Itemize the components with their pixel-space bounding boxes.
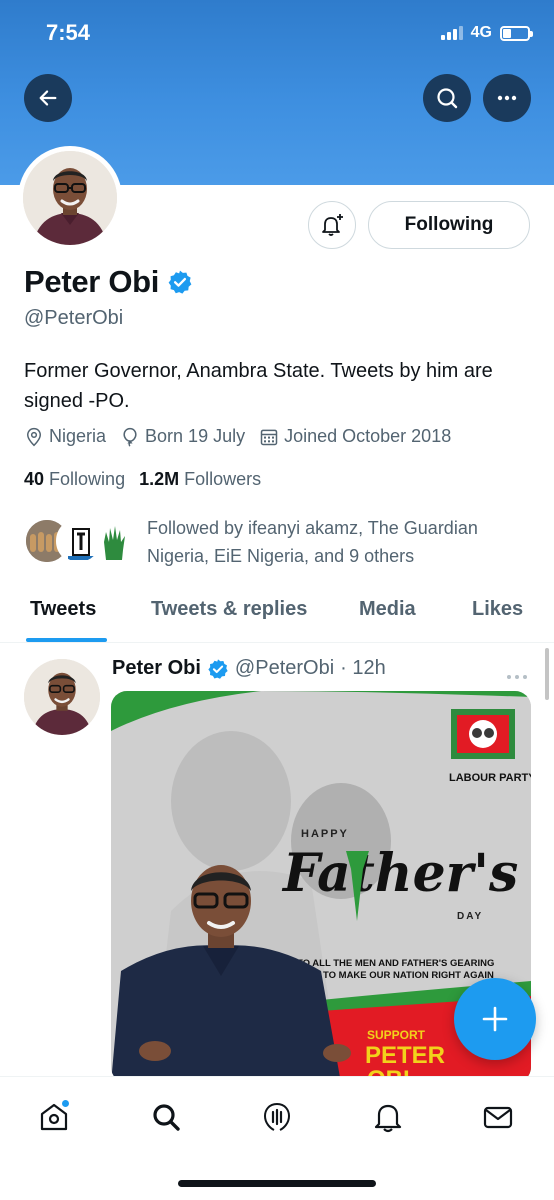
- messages-icon: [483, 1106, 513, 1129]
- tab-tweets-replies[interactable]: Tweets & replies: [151, 598, 307, 621]
- bell-plus-icon: [322, 214, 343, 236]
- followed-by-avatars: [24, 514, 136, 566]
- fathers-text: Father's: [281, 843, 518, 904]
- active-tab-indicator: [26, 638, 107, 642]
- followed-by-text: Followed by ifeanyi akamz, The Guardian …: [147, 518, 478, 566]
- spaces-icon: [263, 1103, 291, 1131]
- birthday-text: Born 19 July: [145, 426, 246, 446]
- notification-toggle-button[interactable]: [308, 201, 356, 249]
- calendar-icon: [260, 429, 278, 445]
- profile-meta: Nigeria Born 19 July Joined October 2018: [24, 426, 451, 447]
- followers-label: Followers: [184, 469, 262, 489]
- happy-text: HAPPY: [301, 828, 349, 840]
- location-text: Nigeria: [49, 426, 107, 446]
- home-notification-dot: [61, 1099, 70, 1108]
- location-item: Nigeria: [24, 426, 106, 447]
- tweet-avatar[interactable]: [24, 659, 100, 735]
- verified-badge-icon: [208, 658, 228, 679]
- status-indicators: 4G: [440, 24, 533, 42]
- nav-explore[interactable]: [146, 1097, 186, 1137]
- verified-badge-icon: [168, 270, 192, 294]
- tweet-header: Peter Obi @PeterObi · 12h: [112, 657, 386, 680]
- profile-name: Peter Obi: [24, 264, 160, 299]
- following-count-link[interactable]: 40 Following: [24, 469, 125, 490]
- network-type: 4G: [470, 24, 492, 41]
- search-button[interactable]: [423, 74, 471, 122]
- followers-count: 1.2M: [139, 469, 180, 489]
- support-text: SUPPORT: [367, 1028, 426, 1042]
- status-time: 7:54: [46, 20, 91, 45]
- candidate-text: PETER: [365, 1042, 445, 1069]
- tweet-more-button[interactable]: [506, 668, 528, 686]
- profile-bio: Former Governor, Anambra State. Tweets b…: [24, 360, 493, 412]
- nav-notifications[interactable]: [368, 1097, 408, 1137]
- tab-media[interactable]: Media: [359, 598, 416, 621]
- signal-icon: [440, 26, 463, 40]
- tab-tweets[interactable]: Tweets: [30, 598, 96, 621]
- nav-home[interactable]: [34, 1097, 74, 1137]
- follower-avatar-3: [90, 518, 136, 564]
- tweet-author-name[interactable]: Peter Obi: [112, 657, 201, 680]
- more-options-button[interactable]: [483, 74, 531, 122]
- followers-count-link[interactable]: 1.2M Followers: [139, 469, 261, 490]
- nav-spaces[interactable]: [257, 1097, 297, 1137]
- balloon-icon: [123, 427, 137, 447]
- tweet-author-handle: @PeterObi: [234, 657, 335, 679]
- tweet-avatar-photo: [24, 659, 100, 735]
- status-bar: 7:54 4G: [0, 0, 554, 66]
- birthday-item: Born 19 July: [120, 426, 245, 447]
- message-line-2: TO MAKE OUR NATION RIGHT AGAIN: [323, 970, 494, 981]
- message-line-1: TO ALL THE MEN AND FATHER'S GEARING: [297, 958, 494, 969]
- location-icon: [26, 427, 42, 446]
- avatar-photo: [23, 151, 117, 245]
- profile-tabs: Tweets Tweets & replies Media Likes: [0, 588, 554, 643]
- party-label: LABOUR PARTY: [449, 772, 531, 784]
- followed-by-row[interactable]: Followed by ifeanyi akamz, The Guardian …: [24, 514, 478, 566]
- profile-handle: @PeterObi: [24, 307, 124, 329]
- tab-likes[interactable]: Likes: [472, 598, 523, 621]
- profile-name-row: Peter Obi: [24, 264, 193, 300]
- compose-tweet-button[interactable]: [454, 978, 536, 1060]
- joined-item: Joined October 2018: [259, 426, 451, 447]
- profile-avatar[interactable]: [18, 146, 122, 250]
- day-text: DAY: [457, 911, 483, 922]
- following-label: Following: [49, 469, 126, 489]
- home-indicator[interactable]: [178, 1180, 376, 1187]
- search-icon: [437, 88, 458, 109]
- nav-messages[interactable]: [478, 1097, 518, 1137]
- tweet-timestamp: · 12h: [340, 657, 386, 679]
- back-button[interactable]: [24, 74, 72, 122]
- battery-icon: [500, 25, 533, 41]
- following-button[interactable]: Following: [368, 201, 530, 249]
- back-arrow-icon: [39, 90, 57, 106]
- explore-icon: [153, 1104, 180, 1131]
- follow-counts: 40 Following 1.2M Followers: [24, 469, 261, 490]
- notifications-icon: [374, 1104, 402, 1133]
- following-count: 40: [24, 469, 45, 489]
- more-icon: [507, 675, 527, 679]
- compose-icon: [482, 1006, 508, 1032]
- more-icon: [497, 95, 517, 101]
- joined-text: Joined October 2018: [284, 426, 452, 446]
- scrollbar-thumb[interactable]: [545, 648, 549, 700]
